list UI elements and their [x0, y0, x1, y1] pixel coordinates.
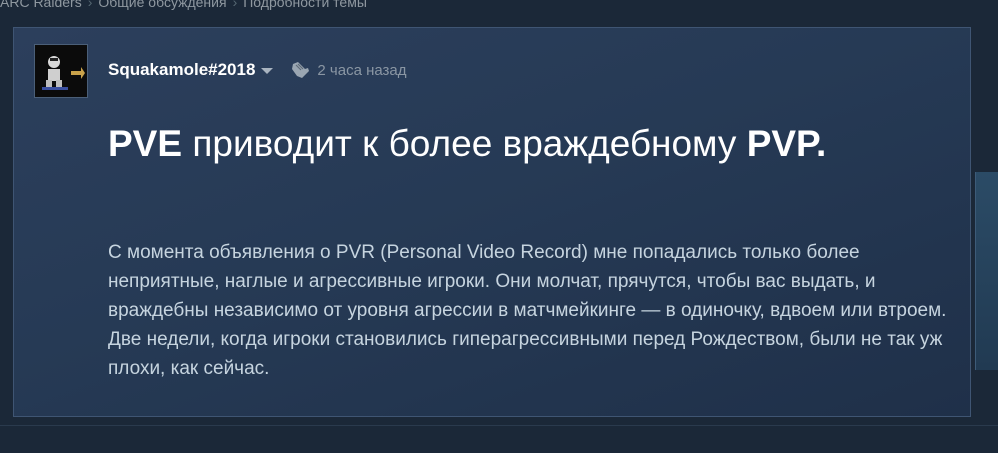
breadcrumb-item-game[interactable]: ARC Raiders	[0, 0, 82, 10]
side-panel	[975, 172, 998, 370]
hand-pointer-icon	[292, 62, 310, 78]
title-bold-end: PVP.	[746, 123, 827, 164]
avatar-image	[35, 45, 87, 97]
post-meta: Squakamole#2018 2 часа назад	[108, 58, 407, 82]
thread-title: PVE приводит к более враждебному PVP.	[108, 118, 948, 170]
breadcrumb: ARC Raiders › Общие обсуждения › Подробности…	[0, 0, 367, 10]
post-timestamp: 2 часа назад	[317, 61, 407, 79]
thread-card: Squakamole#2018 2 часа назад PVE приводи…	[13, 27, 971, 417]
chevron-down-icon[interactable]	[261, 68, 274, 74]
title-bold-start: PVE	[108, 123, 183, 164]
breadcrumb-separator: ›	[87, 0, 93, 10]
breadcrumb-separator: ›	[232, 0, 238, 10]
author-name[interactable]: Squakamole#2018	[108, 60, 255, 80]
thread-body: С момента объявления о PVR (Personal Vid…	[108, 242, 947, 379]
title-text: приводит к более враждебному	[182, 123, 747, 164]
breadcrumb-item-forum[interactable]: Общие обсуждения	[98, 0, 226, 10]
divider	[0, 425, 998, 426]
avatar[interactable]	[34, 44, 88, 98]
breadcrumb-item-current: Подробности темы	[243, 0, 367, 10]
